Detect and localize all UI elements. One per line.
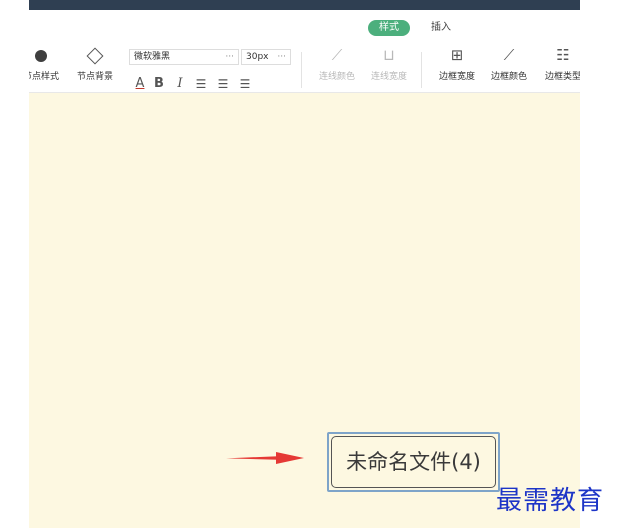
font-size-select[interactable]: 30px ··· xyxy=(241,49,291,65)
italic-button[interactable]: I xyxy=(172,76,188,92)
font-size-value: 30px xyxy=(246,52,269,62)
font-color-button[interactable]: A xyxy=(132,76,148,92)
mind-map-app: 样式 插入 节点样式 节点背景 微软雅黑 ··· 30px ··· A B I … xyxy=(29,0,580,528)
border-width-label: 边框宽度 xyxy=(438,72,475,82)
align-right-button[interactable]: ☰ xyxy=(237,76,253,92)
border-type-icon: ☷ xyxy=(556,46,570,64)
watermark-logo: 最需教育 xyxy=(496,486,605,516)
font-family-value: 微软雅黑 xyxy=(134,52,171,62)
align-center-button[interactable]: ☰ xyxy=(215,76,231,92)
align-left-button[interactable]: ☰ xyxy=(193,76,209,92)
red-arrow-icon xyxy=(226,452,304,464)
node-background-button[interactable]: 节点背景 xyxy=(69,46,121,82)
line-color-button[interactable]: ⟋ 连线颜色 xyxy=(311,46,363,82)
node-style-button[interactable]: 节点样式 xyxy=(29,46,67,82)
root-node-text: 未命名文件(4) xyxy=(331,436,496,488)
line-width-icon: ⊔ xyxy=(383,46,395,64)
more-icon: ··· xyxy=(277,52,286,62)
magic-wand-icon: ⟋ xyxy=(503,46,515,64)
border-type-label: 边框类型 xyxy=(544,72,580,82)
bold-button[interactable]: B xyxy=(151,76,167,92)
line-color-label: 连线颜色 xyxy=(318,72,355,82)
border-type-button[interactable]: ☷ 边框类型 xyxy=(537,46,580,82)
style-toolbar: 样式 插入 节点样式 节点背景 微软雅黑 ··· 30px ··· A B I … xyxy=(29,10,580,93)
node-background-label: 节点背景 xyxy=(76,72,113,82)
tab-insert[interactable]: 插入 xyxy=(424,20,458,36)
top-bar xyxy=(29,0,580,10)
toolbar-divider xyxy=(421,52,422,88)
border-color-label: 边框颜色 xyxy=(490,72,527,82)
tab-style[interactable]: 样式 xyxy=(368,20,410,36)
more-icon: ··· xyxy=(225,52,234,62)
font-family-select[interactable]: 微软雅黑 ··· xyxy=(129,49,239,65)
node-style-icon xyxy=(29,46,67,64)
root-node[interactable]: 未命名文件(4) xyxy=(327,432,500,492)
border-width-button[interactable]: ⊞ 边框宽度 xyxy=(431,46,483,82)
border-grid-icon: ⊞ xyxy=(450,46,464,64)
paint-bucket-icon xyxy=(69,46,121,64)
toolbar-divider xyxy=(301,52,302,88)
mind-map-canvas[interactable]: 未命名文件(4) xyxy=(29,93,580,528)
magic-wand-icon: ⟋ xyxy=(331,46,343,64)
line-width-label: 连线宽度 xyxy=(370,72,407,82)
line-width-button[interactable]: ⊔ 连线宽度 xyxy=(363,46,415,82)
node-style-label: 节点样式 xyxy=(29,72,59,82)
border-color-button[interactable]: ⟋ 边框颜色 xyxy=(483,46,535,82)
